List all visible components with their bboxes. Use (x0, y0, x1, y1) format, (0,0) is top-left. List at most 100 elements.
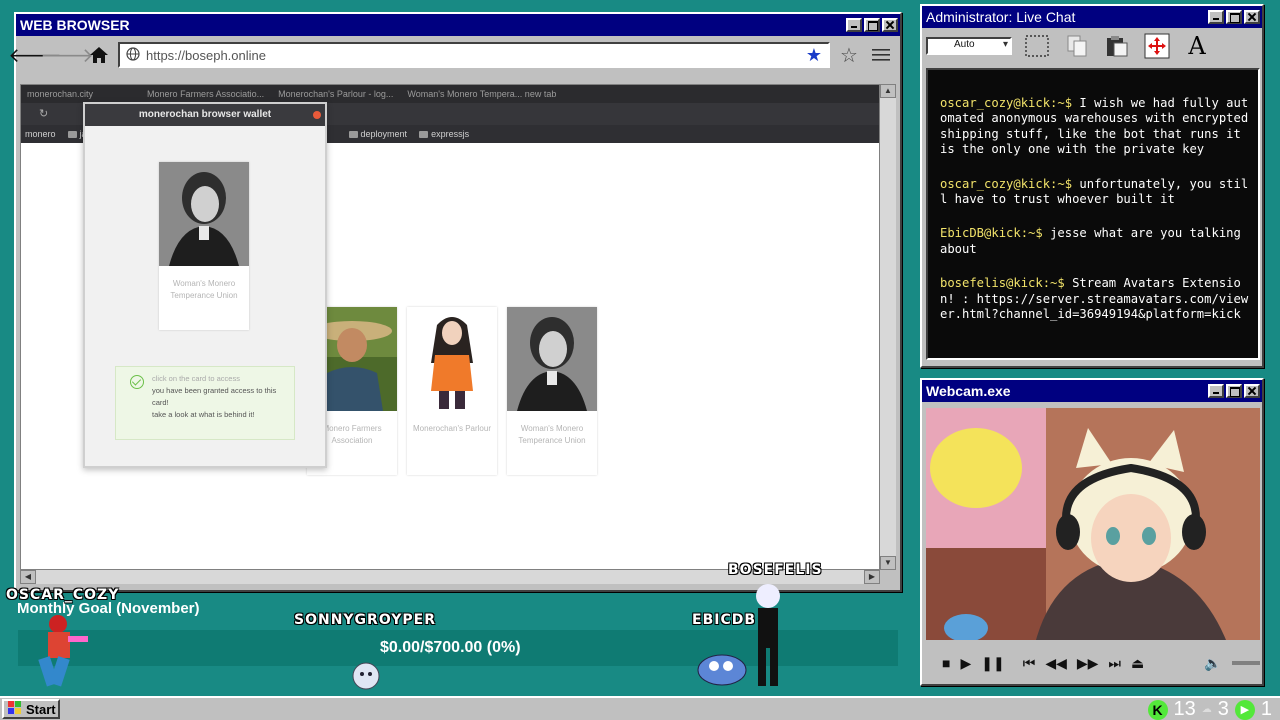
scroll-right-arrow-icon[interactable]: ▶ (864, 570, 880, 584)
chat-message: EbicDB@kick:~$ jesse what are you talkin… (940, 226, 1252, 257)
card-caption: Monerochan's Parlour (412, 424, 491, 433)
inner-tab[interactable]: Monero Farmers Associatio... (147, 89, 264, 99)
card-parlour[interactable]: Monerochan's Parlour (407, 307, 497, 475)
browser-toolbar: 🡐 🡒 https://boseph.online ★ ☆ (8, 36, 900, 74)
inner-tab-strip: monerochan.city Monero Farmers Associati… (21, 85, 879, 103)
avatar-name: SONNYGROYPER (294, 612, 436, 628)
copy-icon[interactable] (1062, 31, 1092, 61)
check-circle-icon (130, 375, 144, 389)
wallet-popup: monerochan browser wallet Woman's Monero… (83, 102, 327, 468)
notice-line: you have been granted access to this car… (152, 386, 277, 407)
card-caption: Woman's Monero Temperance Union (170, 279, 238, 300)
scroll-left-arrow-icon[interactable]: ◀ (20, 570, 36, 584)
url-text[interactable]: https://boseph.online (146, 48, 800, 63)
close-dot-icon[interactable] (313, 111, 321, 119)
chat-toolbar: Auto A (922, 28, 1262, 64)
tray-count: 1 (1260, 698, 1272, 720)
web-page-viewport[interactable]: monerochan.city Monero Farmers Associati… (20, 84, 880, 570)
volume-icon[interactable]: 🔈 (1204, 655, 1221, 672)
scroll-up-arrow-icon[interactable]: ▲ (880, 84, 896, 98)
kick-icon[interactable]: K (1147, 699, 1168, 720)
eject-icon[interactable]: ⏏ (1131, 655, 1144, 672)
taskbar: Start K 13 ☁ 3 ▶ 1 (0, 696, 1280, 720)
skip-back-icon[interactable]: ⏮ (1023, 655, 1036, 672)
avatar-sprite-ninja (746, 582, 790, 697)
start-button[interactable]: Start (2, 699, 60, 719)
move-icon[interactable] (1142, 31, 1172, 61)
minimize-button[interactable] (1208, 384, 1224, 398)
fast-forward-icon[interactable]: ▶▶ (1077, 655, 1099, 672)
font-size-select[interactable]: Auto (926, 37, 1012, 55)
woman-portrait (159, 162, 249, 266)
notice-line: click on the card to access (152, 374, 240, 383)
media-controls: ■ ▶ ❚❚ ⏮ ◀◀ ▶▶ ⏭ ⏏ 🔈 (926, 646, 1260, 680)
webcam-feed (926, 408, 1260, 640)
minimize-button[interactable] (846, 18, 862, 32)
inner-tab[interactable]: Woman's Monero Tempera... new tab (407, 89, 556, 99)
avatar-sprite-runner (28, 612, 94, 697)
avatar-name: OSCAR_COZY (6, 587, 120, 603)
chat-window: Administrator: Live Chat Auto A oscar_co… (920, 4, 1264, 368)
access-notice: click on the card to access you have bee… (115, 366, 295, 440)
card-caption: Woman's Monero Temperance Union (518, 424, 586, 445)
avatar-name: BOSEFELIS (728, 562, 823, 578)
cozy-icon: ☁ (1201, 704, 1212, 715)
bookmark-item[interactable]: deployment (348, 129, 407, 139)
play-icon[interactable]: ▶ (960, 655, 971, 672)
forward-arrow-icon[interactable]: 🡒 (40, 42, 94, 68)
chat-log[interactable]: oscar_cozy@kick:~$ I wish we had fully a… (926, 68, 1260, 360)
wallet-card[interactable]: Woman's Monero Temperance Union (159, 162, 249, 330)
bookmark-item[interactable]: expressjs (419, 129, 469, 139)
maximize-button[interactable] (1226, 384, 1242, 398)
chat-titlebar[interactable]: Administrator: Live Chat (922, 6, 1262, 28)
chat-username: oscar_cozy@kick:~$ (940, 96, 1073, 110)
system-tray: K 13 ☁ 3 ▶ 1 (1147, 698, 1272, 720)
paste-icon[interactable] (1102, 31, 1132, 61)
tray-count: 13 (1173, 698, 1196, 720)
play-circle-icon[interactable]: ▶ (1234, 699, 1255, 720)
maximize-button[interactable] (1226, 10, 1242, 24)
woman-portrait (507, 307, 597, 411)
goal-amount: $0.00/$700.00 (0%) (380, 639, 521, 656)
vertical-scrollbar[interactable]: ▲ ▼ (880, 84, 896, 570)
skip-forward-icon[interactable]: ⏭ (1108, 655, 1121, 672)
close-button[interactable] (1244, 10, 1260, 24)
rewind-icon[interactable]: ◀◀ (1045, 655, 1067, 672)
address-bar[interactable]: https://boseph.online ★ (118, 42, 830, 68)
notice-line: take a look at what is behind it! (152, 410, 255, 419)
font-icon[interactable]: A (1182, 31, 1212, 61)
browser-titlebar[interactable]: WEB BROWSER (16, 14, 900, 36)
reload-icon[interactable]: ↻ (39, 107, 48, 120)
stop-icon[interactable]: ■ (942, 655, 950, 671)
chat-message: oscar_cozy@kick:~$ I wish we had fully a… (940, 96, 1252, 158)
chat-username: bosefelis@kick:~$ (940, 276, 1065, 291)
volume-slider[interactable] (1231, 661, 1260, 665)
webcam-window: Webcam.exe ■ ▶ ❚❚ ⏮ ◀◀ ▶▶ ⏭ ⏏ 🔈 (920, 378, 1264, 686)
pause-icon[interactable]: ❚❚ (981, 655, 1004, 672)
tray-count: 3 (1217, 698, 1229, 720)
globe-icon (126, 46, 140, 64)
browser-window: WEB BROWSER 🡐 🡒 https://boseph.online ★ … (8, 12, 902, 592)
close-button[interactable] (1244, 384, 1260, 398)
scroll-down-arrow-icon[interactable]: ▼ (880, 556, 896, 570)
home-icon[interactable] (86, 42, 112, 68)
bookmark-item[interactable]: monero (25, 129, 56, 139)
bookmark-star-filled-icon[interactable]: ★ (806, 45, 822, 66)
webcam-title: Webcam.exe (926, 383, 1011, 399)
browser-title: WEB BROWSER (20, 17, 130, 33)
selection-icon[interactable] (1022, 31, 1052, 61)
minimize-button[interactable] (1208, 10, 1224, 24)
chat-username: EbicDB@kick:~$ (940, 226, 1043, 241)
start-label: Start (26, 701, 56, 717)
wallet-header: monerochan browser wallet (85, 104, 325, 126)
webcam-titlebar[interactable]: Webcam.exe (922, 380, 1262, 402)
close-button[interactable] (882, 18, 898, 32)
inner-tab[interactable]: Monerochan's Parlour - log... (278, 89, 393, 99)
card-temperance[interactable]: Woman's Monero Temperance Union (507, 307, 597, 475)
maximize-button[interactable] (864, 18, 880, 32)
favorites-star-icon[interactable]: ☆ (836, 42, 862, 68)
inner-tab[interactable]: monerochan.city (27, 89, 93, 99)
chat-message: bosefelis@kick:~$ Stream Avatars Extensi… (940, 276, 1252, 322)
chat-title: Administrator: Live Chat (926, 9, 1076, 25)
menu-icon[interactable] (868, 42, 894, 68)
